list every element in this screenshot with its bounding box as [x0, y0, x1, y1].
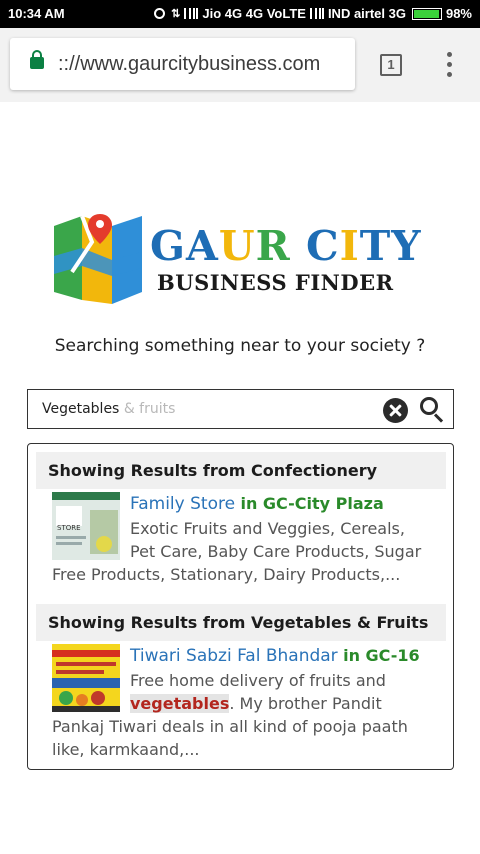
desc-text: . My brother Pandit — [229, 694, 382, 713]
status-indicators: ⇅ Jio 4G 4G VoLTE IND airtel 3G 98% — [154, 6, 472, 21]
lock-icon — [30, 50, 44, 69]
brand-title-text: GAUR CITY — [150, 222, 422, 270]
search-highlight: vegetables — [130, 694, 230, 713]
desc-line: Pankaj Tiwari deals in all kind of pooja… — [52, 717, 408, 736]
signal-icon — [184, 8, 199, 19]
search-placeholder: & fruits — [123, 401, 176, 417]
business-location: in GC-City Plaza — [240, 494, 384, 513]
desc-line: Pet Care, Baby Care Products, Sugar — [130, 542, 422, 561]
tagline: Searching something near to your society… — [54, 336, 426, 356]
carrier-2: IND airtel 3G — [327, 6, 406, 21]
result-title[interactable]: Family Store in GC-City Plaza — [130, 494, 384, 514]
alarm-icon — [154, 8, 166, 19]
desc-line: Exotic Fruits and Veggies, Cereals, — [130, 519, 405, 538]
desc-line: Free Products, Stationary, Dairy Product… — [52, 565, 401, 584]
carrier-1: Jio 4G 4G VoLTE — [202, 6, 306, 21]
status-time: 10:34 AM — [8, 6, 65, 21]
search-input[interactable]: Vegetables & fruits — [42, 401, 175, 417]
section-heading: Showing Results from Vegetables & Fruits — [36, 604, 446, 641]
business-name-link[interactable]: Family Store — [130, 494, 235, 514]
search-box[interactable]: Vegetables & fruits — [27, 389, 454, 429]
battery-percent: 98% — [445, 6, 472, 21]
url-text[interactable]: :://www.gaurcitybusiness.com — [58, 53, 320, 76]
business-location: in GC-16 — [343, 646, 420, 665]
data-transfer-icon: ⇅ — [171, 8, 181, 20]
result-title[interactable]: Tiwari Sabzi Fal Bhandar in GC-16 — [130, 646, 420, 666]
result-description: Free home delivery of fruits and vegetab… — [52, 669, 442, 761]
business-name-link[interactable]: Tiwari Sabzi Fal Bhandar — [130, 646, 338, 666]
overflow-menu-icon[interactable] — [440, 52, 460, 78]
desc-line: vegetables. My brother Pandit — [52, 692, 442, 715]
brand-subtitle: BUSINESS FINDER — [157, 270, 394, 295]
map-pin-logo-icon — [54, 214, 142, 304]
results-panel: Showing Results from Confectionery STORE… — [27, 443, 454, 770]
search-icon[interactable] — [420, 397, 446, 423]
tab-switcher-button[interactable]: 1 — [380, 54, 402, 76]
address-bar[interactable]: :://www.gaurcitybusiness.com — [10, 38, 355, 90]
section-heading: Showing Results from Confectionery — [36, 452, 446, 489]
status-bar: 10:34 AM ⇅ Jio 4G 4G VoLTE IND airtel 3G… — [0, 0, 480, 28]
clear-search-icon[interactable] — [383, 398, 408, 423]
result-description: Exotic Fruits and Veggies, Cereals, Pet … — [52, 517, 442, 586]
browser-toolbar: :://www.gaurcitybusiness.com 1 — [0, 28, 480, 102]
battery-icon — [411, 7, 442, 20]
desc-line: like, karmkaand,... — [52, 740, 200, 759]
signal-icon — [309, 8, 324, 19]
brand-title: GAUR CITY — [150, 222, 422, 270]
search-value: Vegetables — [42, 401, 120, 417]
desc-line: Free home delivery of fruits and — [130, 671, 386, 690]
